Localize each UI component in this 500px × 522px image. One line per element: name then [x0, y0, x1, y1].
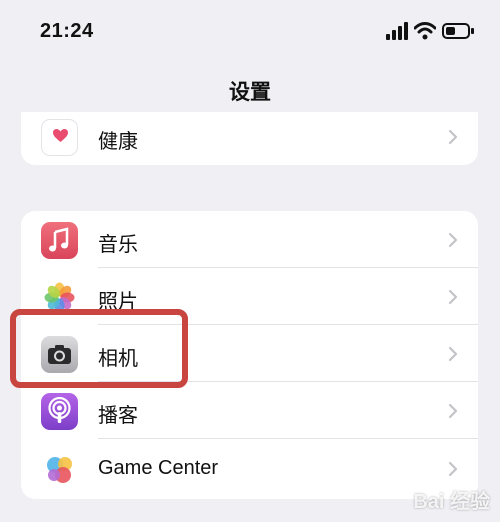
page-title: 设置 [229, 81, 271, 104]
podcast-icon [41, 393, 78, 430]
music-note-icon [41, 222, 78, 259]
heart-icon [41, 119, 78, 156]
highlight-box [10, 309, 188, 388]
wifi-icon [414, 22, 436, 40]
nav-bar: 设置 [0, 62, 500, 118]
watermark: Bai 经验 [413, 491, 490, 513]
settings-row-podcasts[interactable]: 播客 [21, 382, 478, 439]
settings-row-health[interactable]: 健康 [21, 112, 478, 165]
chevron-right-icon [448, 403, 458, 419]
chevron-right-icon [448, 289, 458, 305]
settings-row-label: 播客 [98, 405, 138, 427]
battery-icon [442, 23, 474, 39]
settings-row-label: 健康 [98, 131, 138, 153]
chevron-right-icon [448, 346, 458, 362]
settings-row-label: Game Center [98, 457, 219, 479]
chevron-right-icon [448, 129, 458, 145]
settings-group-health: 健康 [21, 112, 478, 165]
status-bar: 21:24 [0, 0, 500, 62]
settings-row-music[interactable]: 音乐 [21, 211, 478, 268]
settings-row-game-center[interactable]: Game Center [21, 440, 478, 497]
chevron-right-icon [448, 232, 458, 248]
chevron-right-icon [448, 461, 458, 477]
settings-row-label: 音乐 [98, 234, 138, 256]
game-center-icon [41, 451, 78, 488]
status-time: 21:24 [40, 20, 94, 42]
cellular-signal-icon [386, 22, 408, 40]
row-separator [98, 438, 478, 439]
